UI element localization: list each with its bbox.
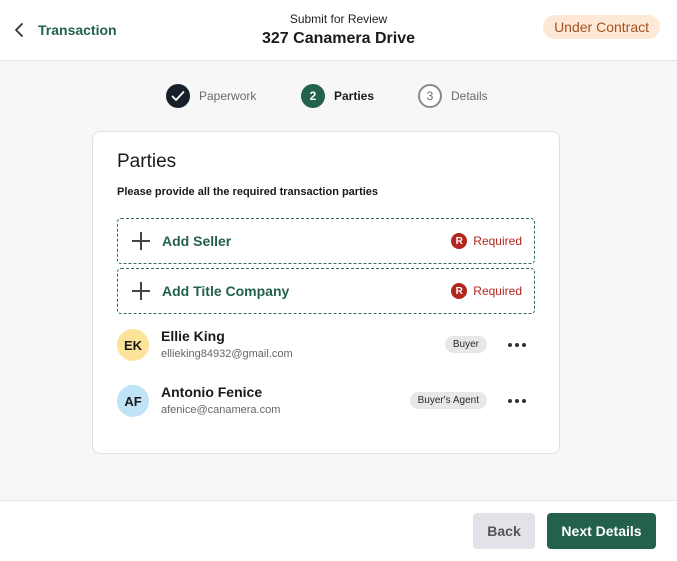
party-row: EK Ellie King ellieking84932@gmail.com B… [117, 327, 535, 363]
required-label: Required [473, 284, 522, 298]
check-icon [166, 84, 190, 108]
role-badge: Buyer's Agent [409, 392, 487, 409]
add-row-label: Add Seller [162, 233, 232, 249]
required-icon: R [451, 283, 468, 299]
step-label: Paperwork [199, 89, 257, 103]
step-details[interactable]: 3 Details [418, 84, 488, 108]
required-indicator: R Required [451, 283, 522, 299]
top-header: Transaction Submit for Review 327 Caname… [0, 0, 677, 61]
party-email: ellieking84932@gmail.com [161, 348, 293, 360]
back-button[interactable]: Back [473, 513, 535, 549]
step-label: Parties [334, 89, 375, 103]
add-title-company-button[interactable]: Add Title Company R Required [117, 268, 535, 314]
more-horizontal-icon[interactable] [505, 391, 529, 411]
party-email: afenice@canamera.com [161, 404, 281, 416]
required-icon: R [451, 233, 468, 249]
avatar: EK [117, 329, 149, 361]
card-title: Parties [117, 151, 177, 172]
step-number: 3 [418, 84, 442, 108]
card-subtitle: Please provide all the required transact… [117, 186, 379, 198]
next-details-button[interactable]: Next Details [547, 513, 656, 549]
role-badge: Buyer [444, 336, 487, 353]
required-label: Required [473, 234, 522, 248]
plus-icon [132, 232, 150, 250]
party-row: AF Antonio Fenice afenice@canamera.com B… [117, 383, 535, 419]
parties-card: Parties Please provide all the required … [92, 131, 560, 454]
party-name: Ellie King [161, 328, 225, 344]
step-number: 2 [301, 84, 325, 108]
step-paperwork[interactable]: Paperwork [166, 84, 256, 108]
avatar: AF [117, 385, 149, 417]
party-name: Antonio Fenice [161, 384, 263, 400]
step-label: Details [451, 89, 488, 103]
plus-icon [132, 282, 150, 300]
more-horizontal-icon[interactable] [505, 335, 529, 355]
add-row-label: Add Title Company [162, 283, 290, 299]
required-indicator: R Required [451, 233, 522, 249]
status-badge: Under Contract [543, 15, 660, 39]
add-seller-button[interactable]: Add Seller R Required [117, 218, 535, 264]
step-parties[interactable]: 2 Parties [301, 84, 374, 108]
footer-bar: Back Next Details [0, 500, 677, 561]
progress-stepper: Paperwork 2 Parties 3 Details [0, 84, 677, 110]
